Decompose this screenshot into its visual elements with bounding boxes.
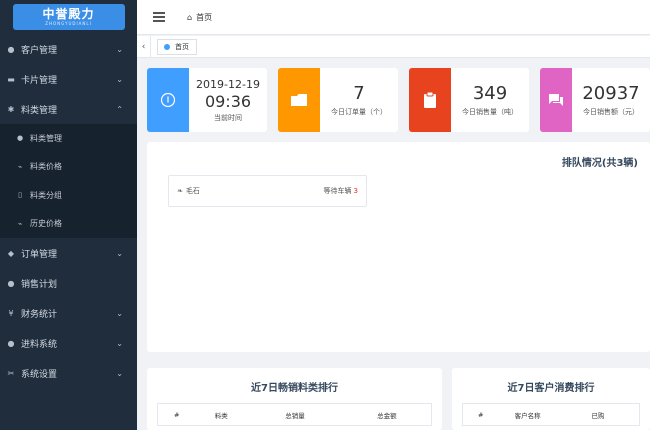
column-header: 总销量 (247, 403, 343, 426)
queue-panel: 排队情况(共3辆) ❧ 毛石 等待车辆 3 (147, 142, 650, 352)
chevron-down-icon: ⌄ (116, 368, 123, 378)
logo-area: 中誉殿力 ZHONGYUDIANLI (0, 0, 137, 34)
chevron-up-icon: ⌃ (116, 104, 123, 114)
top-header: ⌂ 首页 (137, 0, 650, 35)
column-header: # (462, 403, 499, 426)
yen-icon: ¥ (8, 308, 14, 318)
chevron-down-icon: ⌄ (116, 44, 123, 54)
sidebar-item-label: 客户管理 (21, 45, 58, 56)
sidebar-subitem-price-history[interactable]: ⌁ 历史价格 (0, 210, 137, 239)
stat-card-datetime: 2019-12-19 09:36 当前时间 (147, 68, 267, 132)
brand-sub: ZHONGYUDIANLI (45, 21, 92, 26)
chevron-down-icon: ⌄ (116, 248, 123, 258)
sidebar: 中誉殿力 ZHONGYUDIANLI ● 客户管理 ⌄ ▬ 卡片管理 ⌄ ✱ 料… (0, 0, 137, 430)
tag-icon: ◆ (7, 248, 15, 258)
current-time: 09:36 (204, 91, 252, 111)
sidebar-item-label: 料类管理 (21, 105, 58, 116)
sidebar-subitem-material-manage[interactable]: ● 料类管理 (0, 124, 137, 153)
tab-label: 首页 (175, 42, 189, 51)
sidebar-item-label: 卡片管理 (21, 75, 58, 86)
brand-name: 中誉殿力 (42, 7, 95, 21)
chevron-down-icon: ⌄ (116, 338, 123, 348)
stat-caption: 今日销售额（元） (583, 108, 639, 116)
tabs-bar: ‹ 首页 (137, 35, 650, 58)
sidebar-item-cards[interactable]: ▬ 卡片管理 ⌄ (0, 64, 137, 94)
sidebar-item-settings[interactable]: ✂ 系统设置 ⌄ (0, 358, 137, 388)
sidebar-subitem-material-price[interactable]: ⌁ 料类价格 (0, 153, 137, 182)
queue-waiting-label: 等待车辆 (323, 187, 352, 195)
column-header: 客户名称 (498, 403, 557, 426)
column-header: 料类 (195, 403, 248, 426)
folder-icon (278, 68, 320, 132)
stat-value: 349 (472, 83, 508, 104)
column-header: 已购 (556, 403, 640, 426)
sidebar-item-intake[interactable]: ● 进料系统 ⌄ (0, 328, 137, 358)
sidebar-item-customers[interactable]: ● 客户管理 ⌄ (0, 34, 137, 64)
stat-caption: 今日订单量（个） (331, 108, 387, 116)
leaf-icon: ❧ (177, 187, 183, 195)
chevron-down-icon: ⌄ (116, 308, 123, 318)
queue-count: 3 (353, 187, 358, 195)
sidebar-item-sales-plan[interactable]: ● 销售计划 (0, 268, 137, 298)
stat-value: 20937 (582, 83, 640, 104)
stat-card-sales-amount: 20937 今日销售额（元） (540, 68, 650, 132)
clock-icon (147, 68, 189, 132)
sidebar-subitem-label: 料类分组 (30, 190, 62, 200)
sidebar-subitem-label: 历史价格 (30, 219, 62, 229)
breadcrumb-item[interactable]: 首页 (196, 12, 212, 23)
sidebar-submenu-materials: ● 料类管理 ⌁ 料类价格 ▯ 料类分组 ⌁ 历史价格 (0, 124, 137, 238)
queue-material: 毛石 (185, 187, 200, 195)
sidebar-menu: ● 客户管理 ⌄ ▬ 卡片管理 ⌄ ✱ 料类管理 ⌃ ● 料类管理 ⌁ 料类价格… (0, 34, 137, 388)
gear-icon: ✱ (7, 104, 15, 114)
file-icon: ▯ (18, 191, 22, 200)
clipboard-icon (409, 68, 451, 132)
sidebar-item-label: 销售计划 (21, 279, 58, 290)
sidebar-item-orders[interactable]: ◆ 订单管理 ⌄ (0, 238, 137, 268)
stat-caption: 今日销售量（吨） (462, 108, 518, 116)
stat-caption: 当前时间 (214, 113, 242, 122)
sidebar-item-label: 财务统计 (21, 309, 58, 320)
active-dot-icon (164, 43, 170, 50)
breadcrumb: ⌂ 首页 (187, 12, 212, 23)
column-header: 总金额 (342, 403, 432, 426)
customer-ranking-title: 近7日客户消费排行 (507, 383, 595, 394)
user-icon: ● (7, 44, 15, 54)
sidebar-item-materials[interactable]: ✱ 料类管理 ⌃ (0, 94, 137, 124)
circle-icon: ● (7, 338, 15, 348)
sidebar-item-label: 订单管理 (21, 249, 58, 260)
sidebar-subitem-material-group[interactable]: ▯ 料类分组 (0, 181, 137, 210)
wrench-icon: ✂ (7, 368, 15, 378)
material-ranking-table: # 料类 总销量 总金额 (157, 403, 432, 426)
chevron-down-icon: ⌄ (116, 74, 123, 84)
customer-ranking-panel: 近7日客户消费排行 # 客户名称 已购 (452, 368, 650, 430)
stat-value: 7 (353, 83, 365, 104)
pulse-icon: ⌁ (17, 162, 23, 171)
sidebar-subitem-label: 料类价格 (30, 162, 62, 172)
current-date: 2019-12-19 (196, 77, 260, 91)
material-ranking-panel: 近7日畅销料类排行 # 料类 总销量 总金额 (147, 368, 442, 430)
home-icon: ⌂ (187, 12, 193, 22)
column-header: # (157, 403, 196, 426)
tab-home[interactable]: 首页 (157, 38, 197, 55)
menu-toggle-icon[interactable] (153, 12, 165, 22)
globe-icon: ● (7, 278, 15, 288)
queue-title: 排队情况(共3辆) (561, 158, 638, 169)
pulse-icon: ⌁ (17, 219, 23, 228)
stat-card-orders: 7 今日订单量（个） (278, 68, 398, 132)
queue-item[interactable]: ❧ 毛石 等待车辆 3 (168, 175, 367, 207)
chat-icon (540, 68, 572, 132)
logo[interactable]: 中誉殿力 ZHONGYUDIANLI (12, 4, 125, 30)
chevron-left-icon[interactable]: ‹ (137, 35, 151, 58)
material-ranking-title: 近7日畅销料类排行 (251, 383, 338, 394)
card-icon: ▬ (7, 74, 15, 84)
sidebar-item-label: 进料系统 (21, 339, 58, 350)
sidebar-item-finance[interactable]: ¥ 财务统计 ⌄ (0, 298, 137, 328)
sidebar-subitem-label: 料类管理 (30, 133, 62, 143)
sidebar-item-label: 系统设置 (21, 369, 58, 380)
customer-ranking-table: # 客户名称 已购 (462, 403, 640, 426)
stat-card-sales-qty: 349 今日销售量（吨） (409, 68, 529, 132)
dot-icon: ● (16, 134, 24, 143)
